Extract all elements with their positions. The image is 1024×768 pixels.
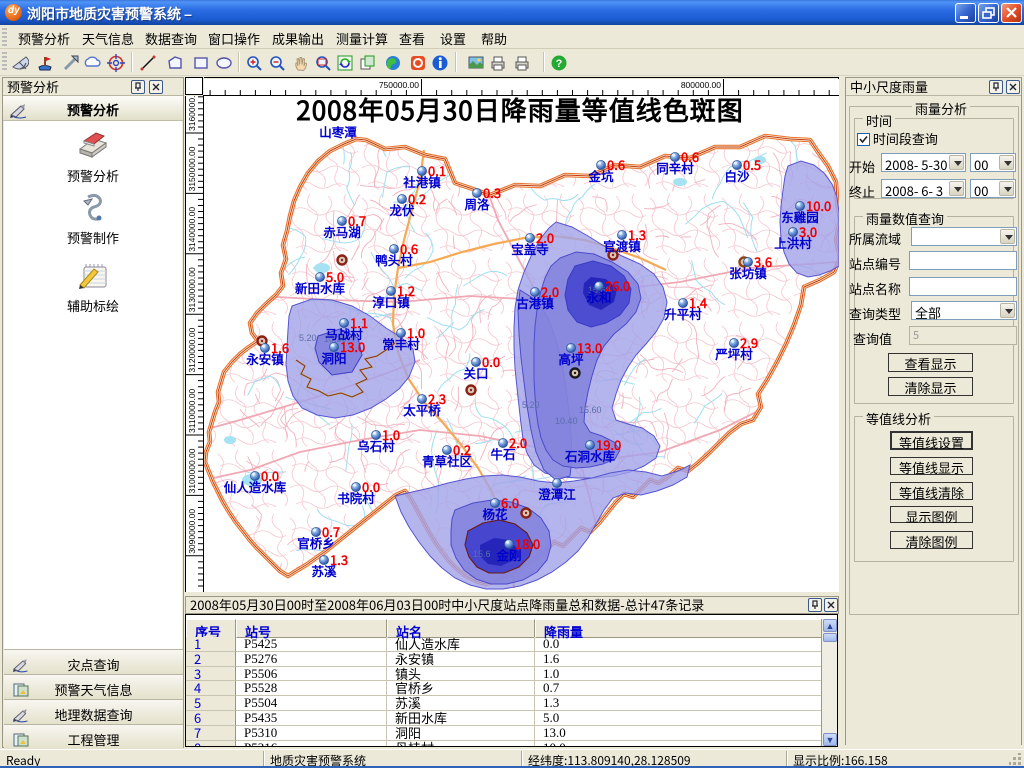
svg-text:关口: 关口 [463,363,488,382]
svg-text:15.60: 15.60 [579,405,602,415]
svg-text:750000.00: 750000.00 [379,80,419,90]
svg-text:5.20: 5.20 [522,400,540,410]
svg-text:青草社区: 青草社区 [422,451,473,470]
svg-text:石洞水库: 石洞水库 [564,446,616,465]
svg-text:3140000.00: 3140000.00 [187,207,197,252]
svg-text:龙伏: 龙伏 [388,200,415,219]
svg-text:古港镇: 古港镇 [516,293,554,312]
svg-text:10.40: 10.40 [555,416,578,426]
svg-text:常丰村: 常丰村 [382,334,420,353]
svg-text:3150000.00: 3150000.00 [187,146,197,191]
svg-text:2008年05月30日降雨量等值线色斑图: 2008年05月30日降雨量等值线色斑图 [296,96,743,128]
svg-text:?: ? [556,58,563,70]
svg-text:800000.00: 800000.00 [681,80,721,90]
svg-text:上洪村: 上洪村 [774,233,812,252]
svg-text:官渡镇: 官渡镇 [603,236,641,255]
svg-text:3120000.00: 3120000.00 [187,327,197,372]
svg-text:牛石: 牛石 [490,444,515,463]
svg-text:3160000.00: 3160000.00 [187,96,197,131]
svg-text:5.20: 5.20 [299,333,317,343]
svg-text:乌石村: 乌石村 [357,436,395,455]
svg-text:书院村: 书院村 [337,488,375,507]
svg-text:金坑: 金坑 [587,166,614,185]
svg-text:宝盖寺: 宝盖寺 [511,239,549,258]
svg-text:鸭头村: 鸭头村 [375,250,413,269]
svg-text:新田水库: 新田水库 [295,278,346,297]
svg-text:金刚: 金刚 [495,545,521,564]
svg-text:严坪村: 严坪村 [714,344,753,363]
svg-text:洞阳: 洞阳 [321,348,346,367]
svg-text:3110000.00: 3110000.00 [187,388,197,433]
svg-text:周洛: 周洛 [464,194,490,213]
svg-text:永安镇: 永安镇 [245,349,284,368]
svg-text:张坊镇: 张坊镇 [729,263,767,282]
svg-text:澄潭江: 澄潭江 [538,484,576,503]
svg-text:淳口镇: 淳口镇 [372,292,410,311]
svg-text:仙人造水库: 仙人造水库 [224,477,287,496]
svg-text:同辛村: 同辛村 [656,158,694,177]
svg-text:永和: 永和 [585,287,611,306]
svg-text:白沙: 白沙 [724,166,750,185]
svg-text:3130000.00: 3130000.00 [187,267,197,312]
svg-text:苏溪: 苏溪 [311,561,337,580]
svg-text:杨花: 杨花 [482,504,508,523]
svg-text:升平村: 升平村 [664,304,702,323]
svg-text:3090000.00: 3090000.00 [187,509,197,554]
svg-text:15.6: 15.6 [473,549,491,559]
svg-text:赤马湖: 赤马湖 [323,222,361,241]
svg-text:3100000.00: 3100000.00 [187,448,197,493]
svg-text:高坪: 高坪 [558,349,584,368]
svg-text:太平桥: 太平桥 [403,400,441,419]
